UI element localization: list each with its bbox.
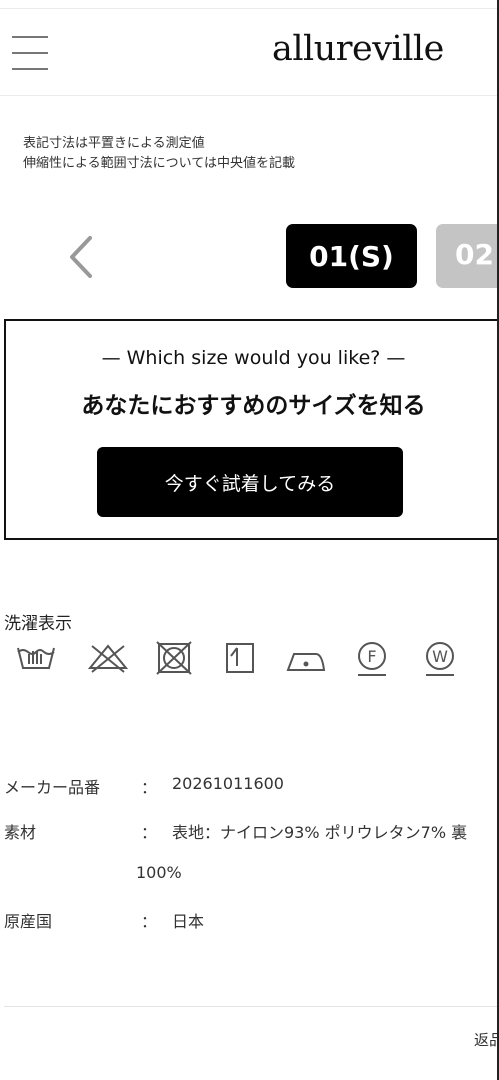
wet-clean-letter: W: [432, 647, 448, 666]
size-recommend-heading-en: — Which size would you like? —: [101, 347, 406, 369]
chevron-left-icon[interactable]: [64, 234, 100, 280]
origin-colon: ：: [141, 912, 158, 931]
iron-low-icon: [284, 638, 328, 682]
size-tab-active[interactable]: 01(S): [286, 224, 417, 288]
material-colon: ：: [141, 823, 158, 842]
try-on-button[interactable]: 今すぐ試着してみる: [97, 447, 403, 517]
maker-number-value: 20261011600: [172, 774, 284, 793]
size-note: 表記寸法は平置きによる測定値 伸縮性による範囲寸法については中央値を記載: [23, 134, 295, 174]
material-value-continued: 100%: [136, 863, 182, 882]
care-icons: F W: [14, 638, 484, 682]
wet-clean-w-icon: W: [418, 638, 462, 682]
site-header: allureville: [0, 9, 499, 96]
maker-number-colon: ：: [141, 778, 158, 797]
section-divider: [4, 1006, 499, 1007]
dry-clean-f-icon: F: [350, 638, 394, 682]
no-tumble-dry-icon: [152, 638, 196, 682]
hamburger-menu-icon[interactable]: [12, 36, 48, 70]
material-label: 素材: [4, 823, 37, 842]
origin-value: 日本: [172, 912, 205, 931]
dry-clean-letter: F: [367, 647, 376, 666]
line-dry-icon: [218, 638, 262, 682]
size-tab-next[interactable]: 02: [436, 224, 499, 288]
origin-label: 原産国: [4, 912, 53, 931]
size-recommend-box: — Which size would you like? — あなたにおすすめの…: [4, 319, 499, 540]
hand-wash-icon: [14, 638, 58, 682]
size-tab-next-label: 02: [455, 238, 494, 271]
site-logo[interactable]: allureville: [272, 29, 444, 69]
material-value: 表地：ナイロン93% ポリウレタン7% 裏: [172, 823, 468, 842]
size-recommend-heading-jp: あなたにおすすめのサイズを知る: [81, 393, 426, 419]
size-note-line-2: 伸縮性による範囲寸法については中央値を記載: [23, 156, 295, 171]
no-bleach-icon: [86, 638, 130, 682]
size-note-line-1: 表記寸法は平置きによる測定値: [23, 136, 205, 151]
returns-link[interactable]: 返品: [474, 1029, 499, 1050]
care-label-title: 洗濯表示: [4, 614, 72, 634]
maker-number-label: メーカー品番: [4, 778, 101, 797]
